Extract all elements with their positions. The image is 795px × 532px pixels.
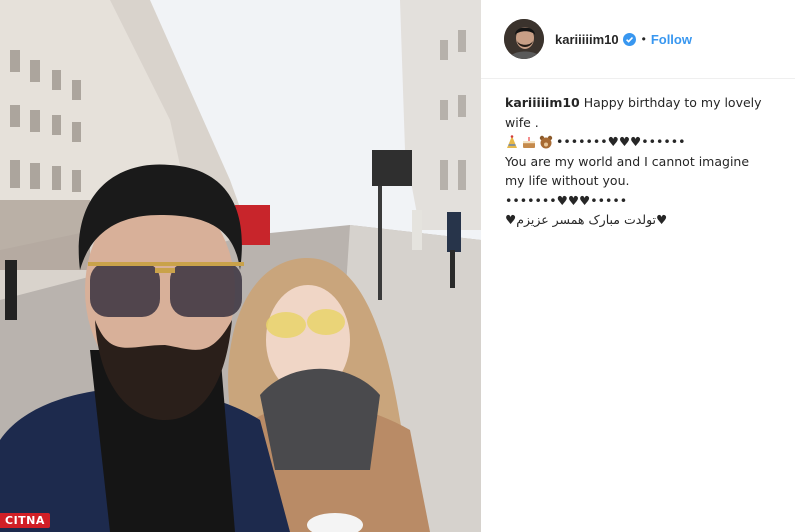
post-caption: kariiiiim10 Happy birthday to my lovely … [481, 79, 795, 230]
party-hat-icon [505, 135, 519, 149]
citna-watermark-logo: CITNA [0, 513, 50, 528]
selfie-image [0, 0, 481, 532]
post-header: kariiiiim10 • Follow [481, 0, 795, 79]
follow-button[interactable]: Follow [651, 32, 692, 47]
caption-username-link[interactable]: kariiiiim10 [505, 95, 580, 110]
avatar[interactable] [504, 19, 544, 59]
separator-dot: • [641, 32, 646, 46]
bear-icon [539, 135, 553, 149]
caption-line-3: You are my world and I cannot imagine my… [505, 153, 750, 189]
caption-line-1: kariiiiim10 Happy birthday to my lovely … [505, 93, 771, 132]
post-photo[interactable]: CITNA [0, 0, 481, 532]
post-sidebar: kariiiiim10 • Follow kariiiiim10 Happy b… [481, 0, 795, 532]
avatar-image [504, 19, 544, 59]
verified-badge-icon [622, 32, 636, 46]
cake-icon [522, 135, 536, 149]
username-link[interactable]: kariiiiim10 [555, 32, 619, 47]
caption-line-5-persian: ♥تولدت مبارک همسر عزیزم♥ [505, 212, 668, 227]
caption-line-4: •••••••♥♥♥••••• [505, 192, 628, 208]
caption-line-2: •••••••♥♥♥•••••• [505, 132, 771, 152]
caption-hearts-1: •••••••♥♥♥•••••• [556, 134, 686, 149]
